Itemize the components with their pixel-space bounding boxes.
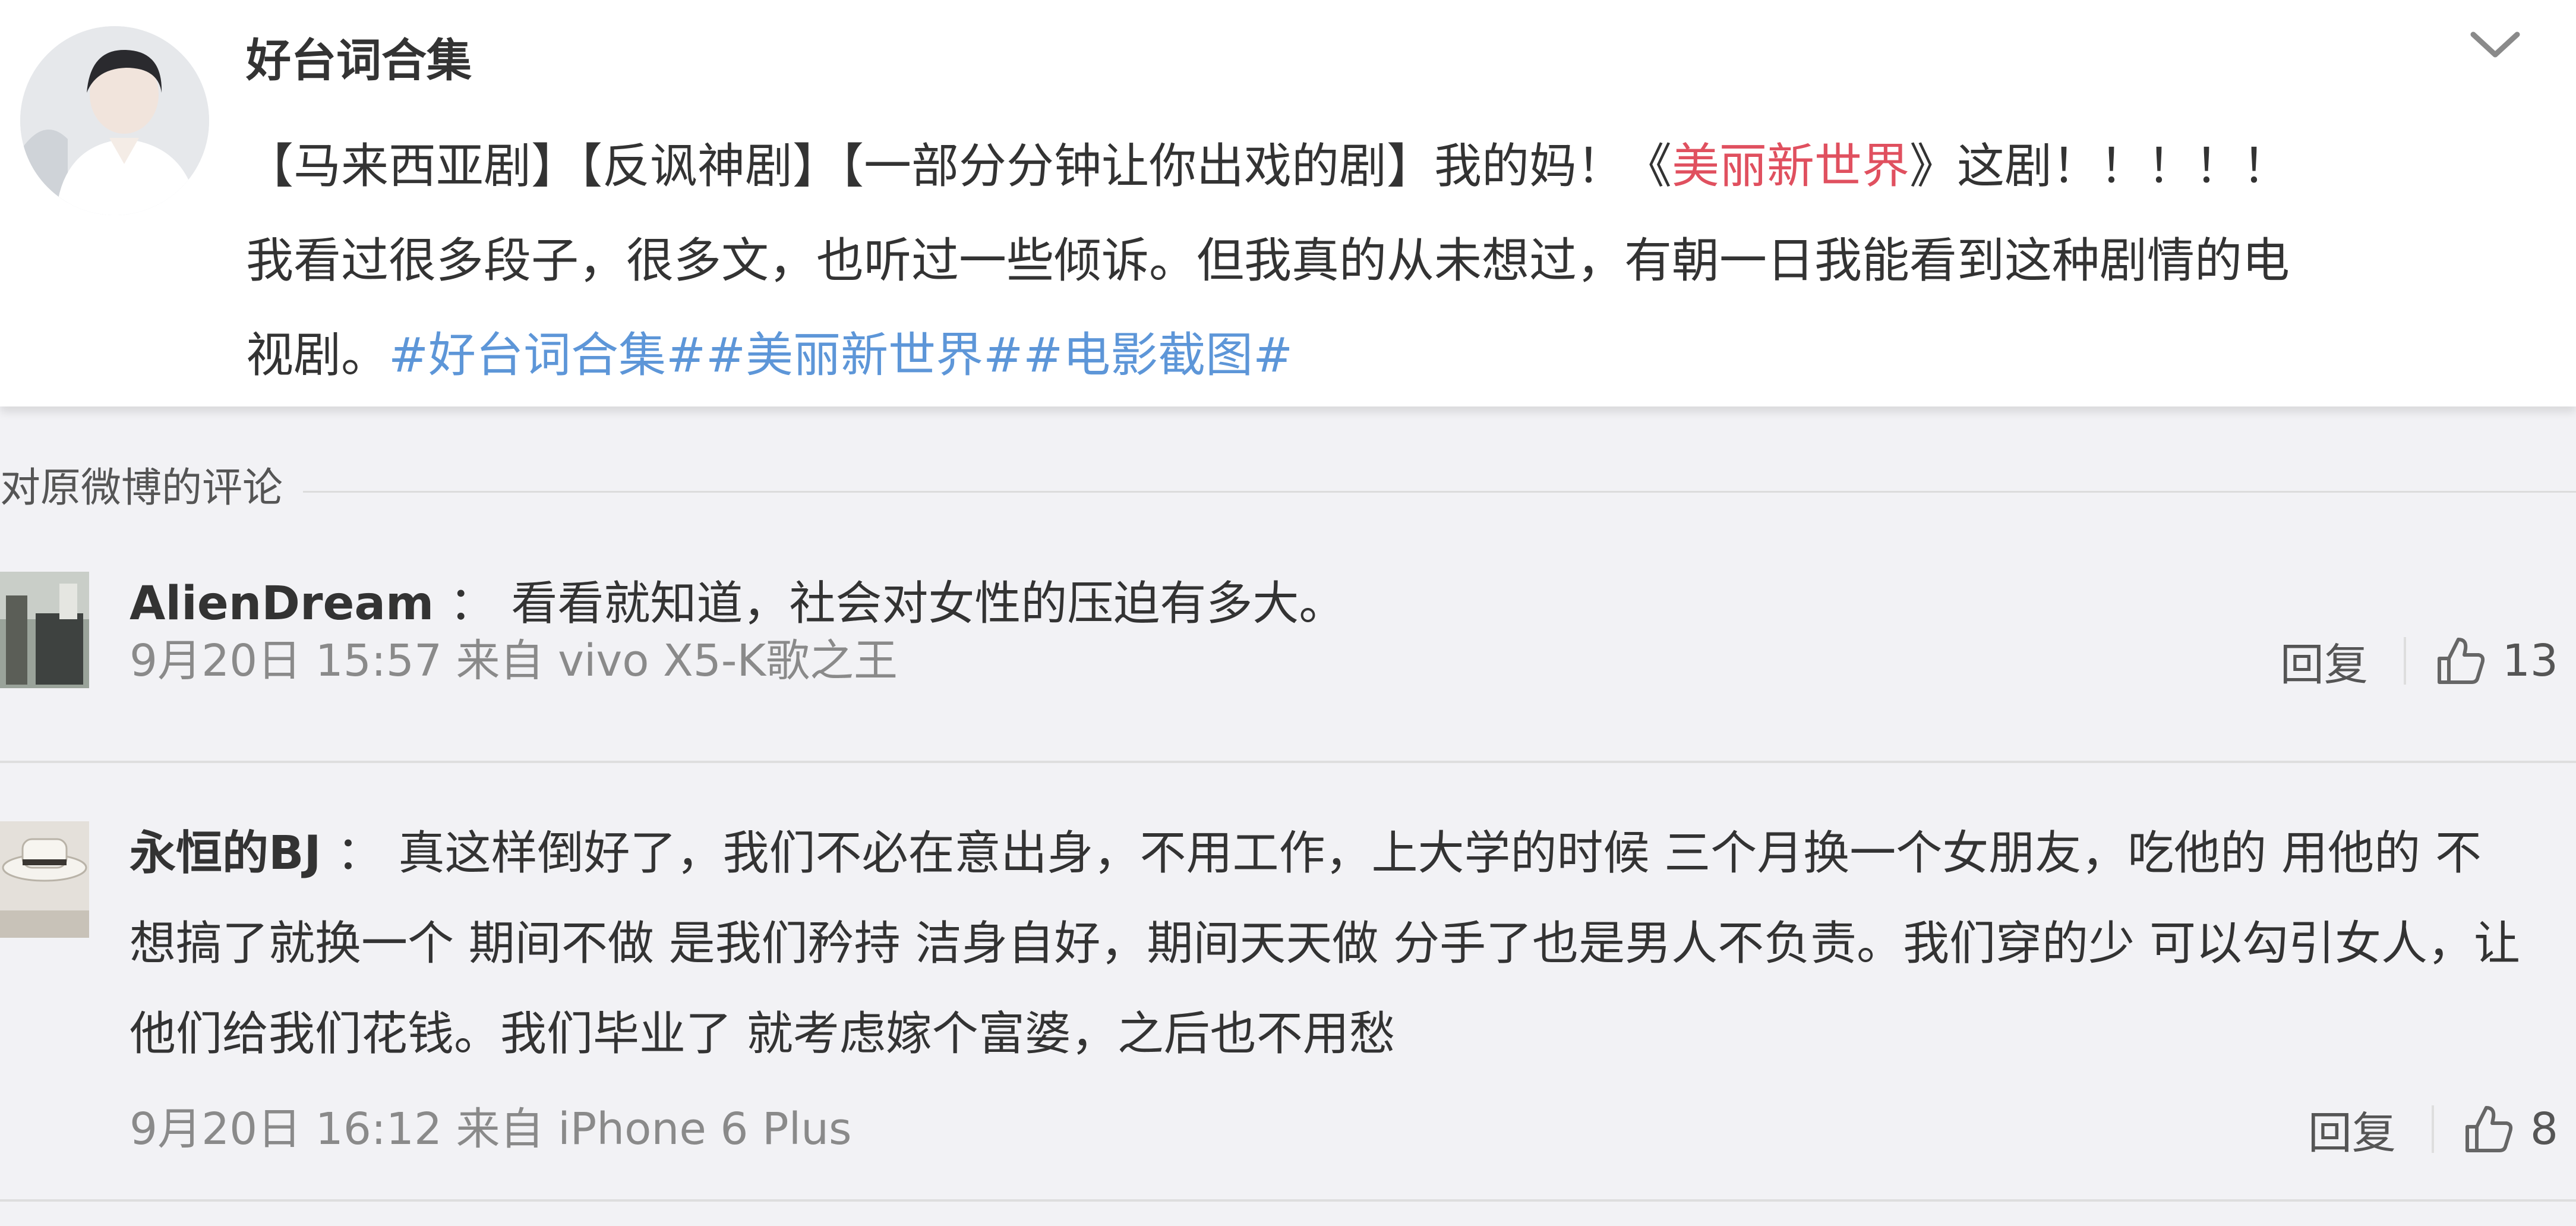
post-card: 好台词合集 【马来西亚剧】【反讽神剧】【一部分分钟让你出戏的剧】我的妈！《美丽新… [0, 0, 2576, 406]
weibo-page: 好台词合集 【马来西亚剧】【反讽神剧】【一部分分钟让你出戏的剧】我的妈！《美丽新… [0, 0, 2576, 1226]
post-line-1-text: 【马来西亚剧】【反讽神剧】【一部分分钟让你出戏的剧】我的妈！《 [246, 138, 1672, 194]
hashtag-links[interactable]: #好台词合集##美丽新世界##电影截图# [389, 327, 1293, 383]
reply-button[interactable]: 回复 [2273, 629, 2375, 693]
post-line-3: 视剧。#好台词合集##美丽新世界##电影截图# [246, 308, 2545, 402]
comment-separator: ： [336, 827, 383, 880]
collapse-button[interactable] [2460, 18, 2531, 71]
like-count: 13 [2502, 635, 2558, 686]
comment-divider [0, 761, 2576, 763]
comment-meta: 9月20日 15:57 来自 vivo X5-K歌之王 [130, 635, 898, 686]
drama-title-link[interactable]: 美丽新世界 [1672, 138, 1909, 194]
like-button[interactable]: 8 [2463, 1103, 2558, 1155]
comment-item: AlienDream ： 看看就知道，社会对女性的压迫有多大。 9月20日 15:5… [0, 559, 2576, 749]
avatar-portrait-image [20, 26, 209, 215]
post-line-1: 【马来西亚剧】【反讽神剧】【一部分分钟让你出戏的剧】我的妈！《美丽新世界》这剧！… [246, 119, 2545, 213]
comment-content: 永恒的BJ ： 真这样倒好了，我们不必在意出身，不用工作，上大学的时候 三个月换一个… [130, 808, 2553, 1079]
action-divider [2431, 1105, 2434, 1153]
author-avatar[interactable] [20, 26, 209, 215]
header-rule [303, 491, 2576, 493]
comment-line-1: 永恒的BJ ： 真这样倒好了，我们不必在意出身，不用工作，上大学的时候 三个月换一个… [130, 808, 2553, 899]
chevron-down-icon [2470, 31, 2520, 58]
comment-username[interactable]: AlienDream [130, 577, 434, 631]
comment-actions: 回复 8 [2301, 1099, 2558, 1159]
like-count: 8 [2530, 1104, 2558, 1155]
comment-meta: 9月20日 16:12 来自 iPhone 6 Plus [130, 1104, 852, 1155]
avatar-image [0, 821, 89, 938]
comment-username[interactable]: 永恒的BJ [130, 827, 321, 880]
comment-item: 永恒的BJ ： 真这样倒好了，我们不必在意出身，不用工作，上大学的时候 三个月换一个… [0, 808, 2576, 1177]
comment-separator: ： [449, 577, 496, 631]
avatar-image [0, 572, 89, 688]
commenter-avatar[interactable] [0, 572, 89, 688]
action-divider [2403, 637, 2406, 685]
post-line-1-tail: 》这剧！！！！！ [1909, 138, 2290, 194]
like-button[interactable]: 13 [2435, 635, 2558, 687]
comment-line-3: 他们给我们花钱。我们毕业了 就考虑嫁个富婆，之后也不用愁 [130, 1007, 1396, 1061]
post-line-2: 我看过很多段子，很多文，也听过一些倾诉。但我真的从未想过，有朝一日我能看到这种剧… [246, 233, 2290, 288]
bottom-divider [0, 1199, 2576, 1202]
post-line-3-text: 视剧。 [246, 327, 389, 383]
comments-section-title: 对原微博的评论 [0, 465, 283, 512]
thumbs-up-icon [2437, 638, 2485, 684]
reply-button[interactable]: 回复 [2301, 1098, 2403, 1161]
comment-text-line-1: 真这样倒好了，我们不必在意出身，不用工作，上大学的时候 三个月换一个女朋友，吃他… [398, 827, 2482, 880]
commenter-avatar[interactable] [0, 821, 89, 938]
comments-header: 对原微博的评论 [0, 459, 2576, 518]
post-content: 【马来西亚剧】【反讽神剧】【一部分分钟让你出戏的剧】我的妈！《美丽新世界》这剧！… [246, 119, 2545, 402]
thumbs-up-icon [2465, 1106, 2513, 1152]
comment-actions: 回复 13 [2273, 631, 2558, 691]
comment-line-2: 想搞了就换一个 期间不做 是我们矜持 洁身自好，期间天天做 分手了也是男人不负责… [130, 917, 2520, 970]
post-author-name[interactable]: 好台词合集 [246, 31, 472, 90]
comment-text: 看看就知道，社会对女性的压迫有多大。 [511, 577, 1346, 631]
